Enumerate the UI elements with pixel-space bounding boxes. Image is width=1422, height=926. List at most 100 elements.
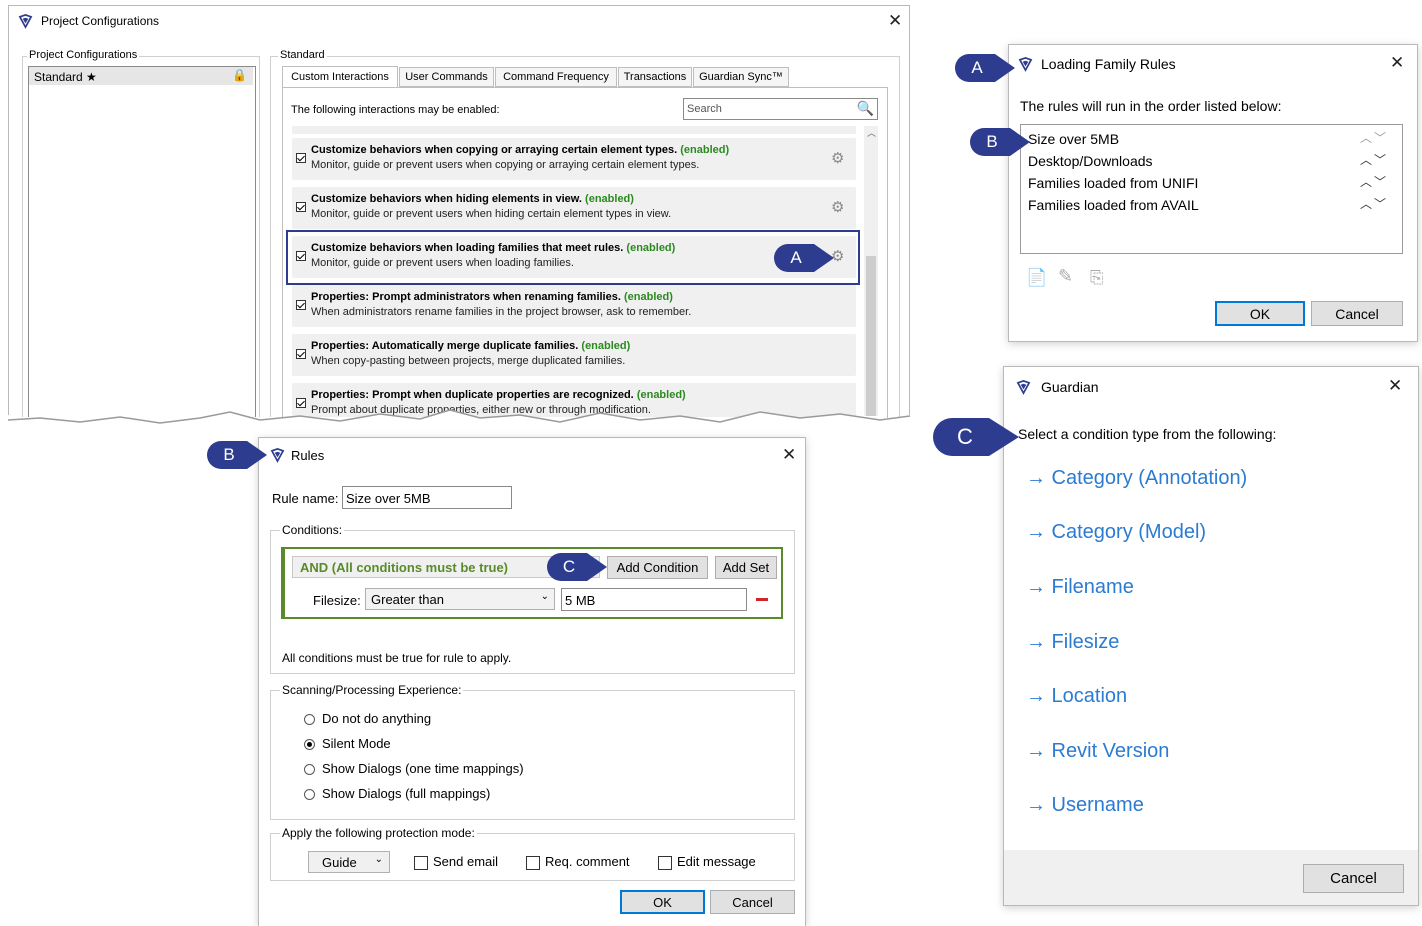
reorder-arrows-icon[interactable]: ︿﹀ — [1360, 129, 1388, 146]
intro-text: The following interactions may be enable… — [291, 104, 500, 116]
checkbox-box[interactable] — [658, 855, 672, 870]
reorder-arrows-icon[interactable]: ︿﹀ — [1360, 195, 1388, 212]
guardian-logo-icon — [18, 13, 33, 29]
rule-name-input[interactable]: Size over 5MB — [342, 486, 512, 509]
scroll-up-icon[interactable]: ︿ — [867, 126, 876, 139]
close-icon[interactable]: ✕ — [888, 12, 1412, 29]
search-icon: 🔍 — [856, 100, 874, 116]
edit-rule-icon[interactable]: ✎ — [1058, 266, 1073, 287]
guardian-logo-icon — [1016, 379, 1031, 395]
mode-select[interactable]: Guide ⌄ — [308, 851, 390, 873]
duplicate-rule-icon[interactable]: ⎘ — [1090, 268, 1104, 288]
interaction-row[interactable]: Customize behaviors when hiding elements… — [292, 187, 856, 229]
enable-checkbox[interactable] — [296, 300, 306, 310]
radio-button[interactable] — [304, 714, 315, 726]
tab-guardian-sync[interactable]: Guardian Sync™ — [693, 67, 789, 87]
operator-select[interactable]: Greater than ⌄ — [365, 588, 555, 610]
all-true-note: All conditions must be true for rule to … — [282, 651, 512, 665]
ok-button[interactable]: OK — [620, 890, 705, 914]
radio-option[interactable]: Show Dialogs (full mappings) — [304, 786, 490, 801]
tab-custom-interactions[interactable]: Custom Interactions — [282, 66, 398, 88]
tab-command-frequency[interactable]: Command Frequency — [495, 67, 617, 87]
ok-button[interactable]: OK — [1215, 301, 1305, 326]
gear-icon[interactable]: ⚙ — [831, 198, 844, 216]
condition-link-revit-version[interactable]: → Revit Version — [1026, 740, 1169, 763]
rules-titlebar: Rules — [270, 446, 800, 464]
rule-name-value: Size over 5MB — [346, 491, 431, 506]
search-input[interactable]: Search 🔍 — [683, 98, 878, 120]
row-description: When administrators rename families in t… — [311, 306, 692, 318]
enabled-tag: (enabled) — [585, 193, 634, 205]
row-description: Monitor, guide or prevent users when hid… — [311, 208, 672, 220]
condition-link-username[interactable]: → Username — [1026, 794, 1144, 817]
value-input[interactable]: 5 MB — [561, 588, 747, 611]
reorder-arrows-icon[interactable]: ︿﹀ — [1360, 173, 1388, 190]
edit-message-checkbox[interactable]: Edit message — [658, 854, 756, 870]
callout-c: C — [933, 418, 1021, 456]
reorder-arrows-icon[interactable]: ︿﹀ — [1360, 151, 1388, 168]
filesize-label: Filesize: — [313, 593, 361, 608]
guardian-intro: Select a condition type from the followi… — [1018, 426, 1277, 442]
condition-link-location[interactable]: → Location — [1026, 685, 1127, 708]
req-comment-checkbox[interactable]: Req. comment — [526, 854, 630, 870]
callout-c: C — [547, 553, 609, 581]
interaction-row[interactable]: Properties: Prompt administrators when r… — [292, 285, 856, 327]
tab-user-commands[interactable]: User Commands — [399, 67, 494, 87]
list-item[interactable]: Families loaded from AVAIL ︿﹀ — [1021, 193, 1402, 215]
close-icon[interactable]: ✕ — [1390, 54, 1412, 71]
enable-checkbox[interactable] — [296, 202, 306, 212]
rules-list: Size over 5MB ︿﹀ Desktop/Downloads ︿﹀ Fa… — [1020, 124, 1403, 254]
enable-checkbox[interactable] — [296, 349, 306, 359]
and-label: AND (All conditions must be true) — [300, 560, 508, 575]
group-label: Project Configurations — [27, 49, 140, 61]
interaction-row[interactable]: Customize behaviors when copying or arra… — [292, 138, 856, 180]
checkbox-box[interactable] — [526, 855, 540, 870]
chevron-down-icon: ⌄ — [540, 591, 549, 602]
cancel-button[interactable]: Cancel — [1303, 864, 1404, 893]
enable-checkbox[interactable] — [296, 153, 306, 163]
guardian-logo-icon — [1018, 56, 1033, 72]
list-item[interactable]: Size over 5MB ︿﹀ — [1021, 127, 1402, 149]
radio-button[interactable] — [304, 739, 315, 751]
project-configurations-titlebar: Project Configurations — [18, 12, 908, 30]
cancel-button[interactable]: Cancel — [710, 890, 795, 914]
checkbox-box[interactable] — [414, 855, 428, 870]
add-set-button[interactable]: Add Set — [715, 556, 777, 579]
gear-icon[interactable]: ⚙ — [831, 149, 844, 167]
config-item-label: Standard ★ — [34, 70, 97, 84]
list-item[interactable]: Desktop/Downloads ︿﹀ — [1021, 149, 1402, 171]
list-item[interactable]: Families loaded from UNIFI ︿﹀ — [1021, 171, 1402, 193]
add-condition-button[interactable]: Add Condition — [607, 556, 708, 579]
radio-button[interactable] — [304, 764, 315, 776]
window-title: Guardian — [1041, 379, 1099, 395]
close-icon[interactable]: ✕ — [1388, 377, 1412, 394]
radio-button[interactable] — [304, 789, 315, 801]
row-description: When copy-pasting between projects, merg… — [311, 355, 626, 367]
new-rule-icon[interactable]: 📄 — [1026, 268, 1047, 288]
condition-link-filename[interactable]: → Filename — [1026, 576, 1134, 599]
radio-option[interactable]: Do not do anything — [304, 711, 431, 726]
loading-rules-titlebar: Loading Family Rules — [1018, 55, 1413, 73]
scanning-label: Scanning/Processing Experience: — [280, 683, 464, 697]
enabled-tag: (enabled) — [623, 291, 673, 303]
mode-value: Guide — [322, 855, 357, 870]
scrollbar[interactable]: ︿ — [864, 126, 878, 416]
callout-b: B — [207, 441, 269, 469]
remove-condition-icon[interactable] — [756, 598, 768, 601]
tab-transactions[interactable]: Transactions — [618, 67, 692, 87]
operator-value: Greater than — [371, 592, 444, 607]
scrollbar-thumb[interactable] — [866, 256, 876, 416]
config-list-item[interactable]: Standard ★ 🔒 — [29, 67, 253, 85]
send-email-checkbox[interactable]: Send email — [414, 854, 498, 870]
row-title: Customize behaviors when copying or arra… — [311, 144, 730, 156]
radio-option[interactable]: Show Dialogs (one time mappings) — [304, 761, 524, 776]
condition-link-category-annotation[interactable]: → Category (Annotation) — [1026, 467, 1247, 490]
callout-a: A — [955, 54, 1017, 82]
cancel-button[interactable]: Cancel — [1311, 301, 1403, 326]
rule-name-label: Rule name: — [272, 491, 339, 506]
loading-rules-intro: The rules will run in the order listed b… — [1020, 98, 1282, 114]
interaction-row[interactable]: Properties: Automatically merge duplicat… — [292, 334, 856, 376]
radio-option[interactable]: Silent Mode — [304, 736, 391, 751]
condition-link-category-model[interactable]: → Category (Model) — [1026, 521, 1206, 544]
condition-link-filesize[interactable]: → Filesize — [1026, 631, 1119, 654]
